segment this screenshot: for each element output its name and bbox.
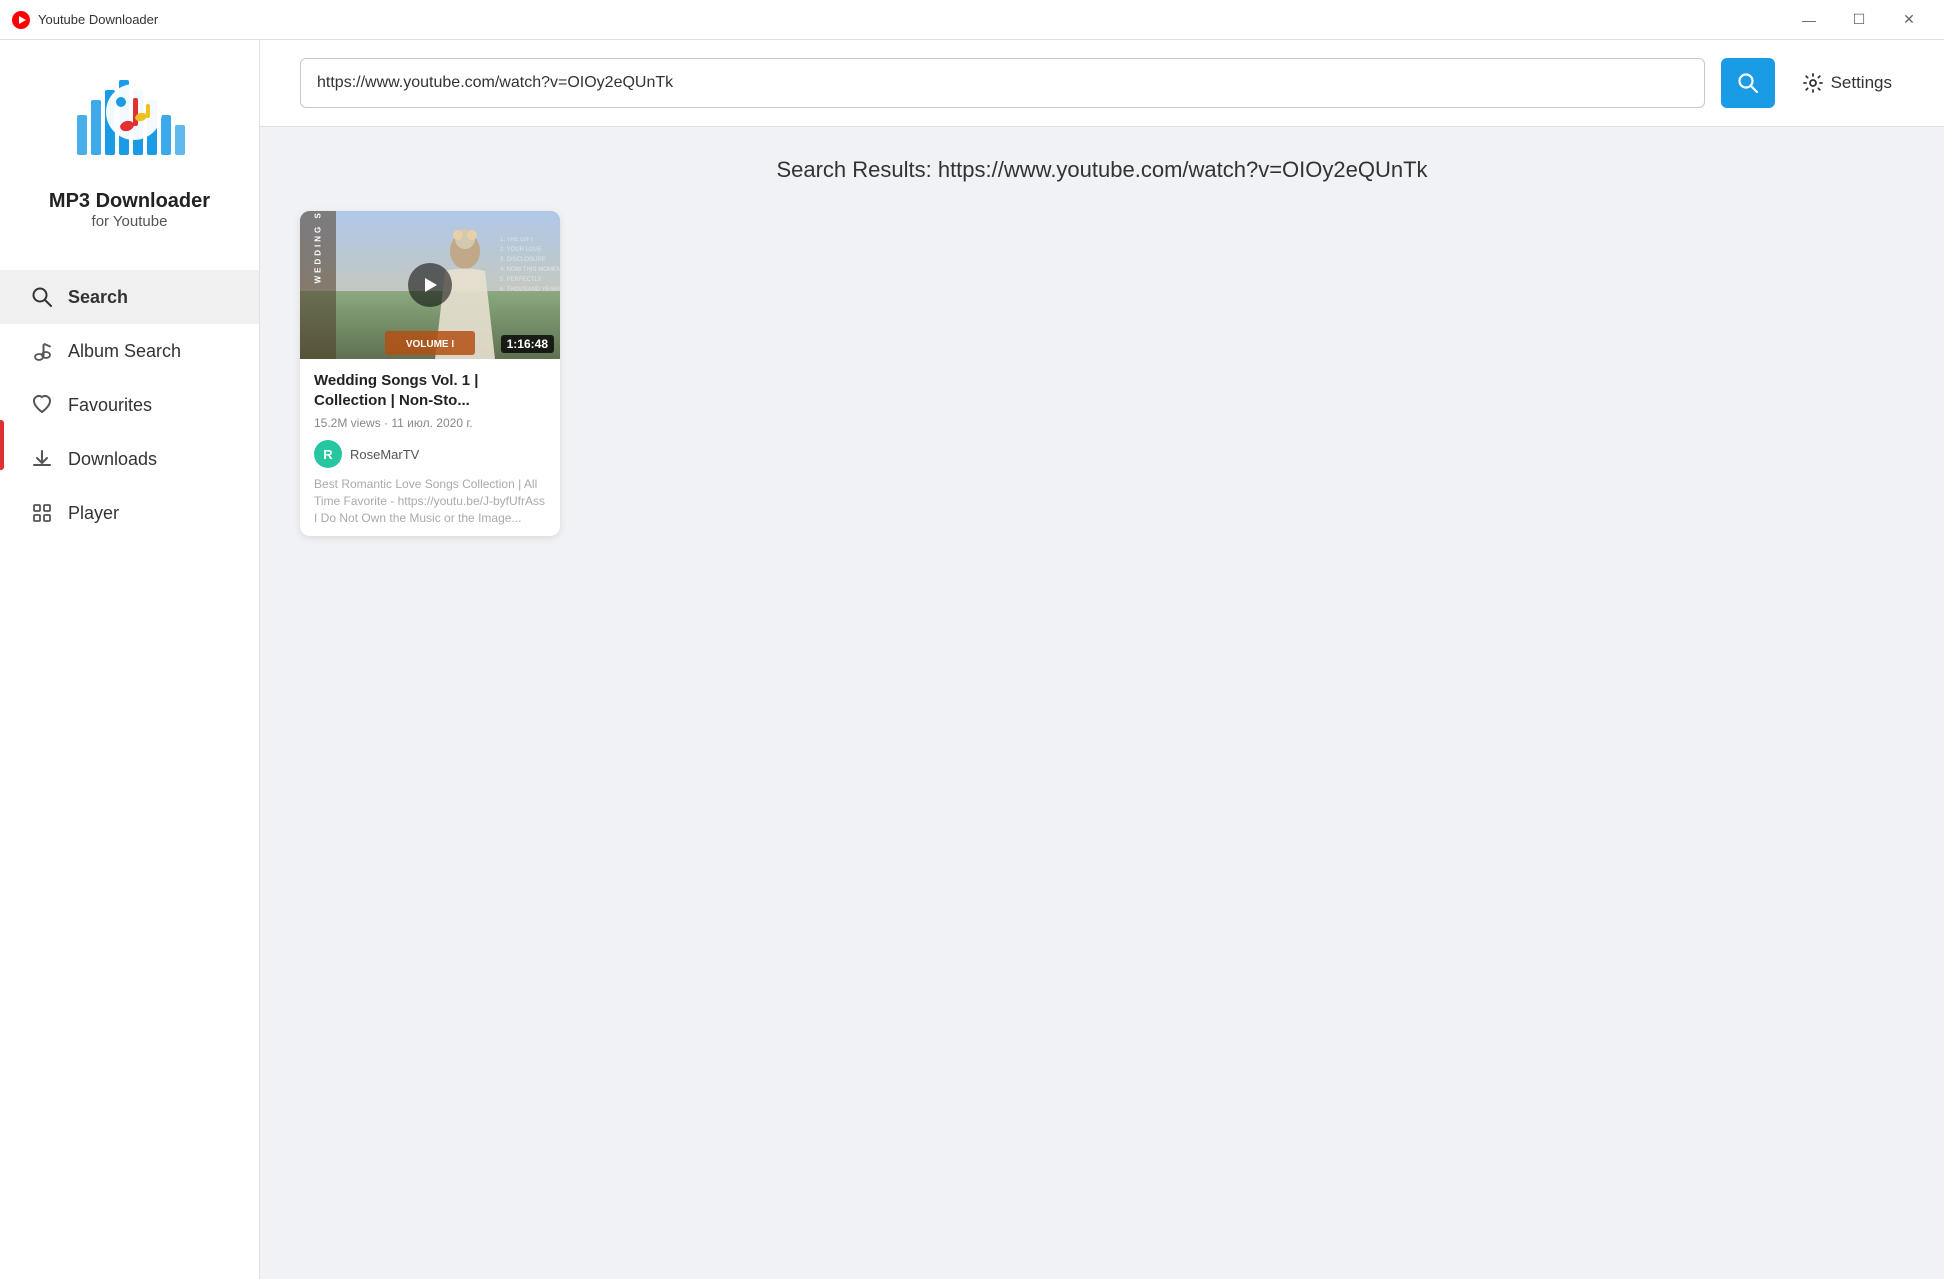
maximize-button[interactable]: ☐ — [1836, 4, 1882, 36]
card-info: Wedding Songs Vol. 1 | Collection | Non-… — [300, 359, 560, 536]
title-bar-controls: — ☐ ✕ — [1786, 4, 1932, 36]
card-description: Best Romantic Love Songs Collection | Al… — [314, 476, 546, 526]
app-logo — [69, 60, 189, 180]
nav-menu: Search Album Search — [0, 260, 259, 550]
sidebar-item-player-label: Player — [68, 503, 119, 524]
svg-text:3. DISCLOSURE: 3. DISCLOSURE — [500, 257, 546, 263]
svg-text:5. PERFECTLY: 5. PERFECTLY — [500, 277, 542, 283]
app-body: MP3 Downloader for Youtube Search — [0, 40, 1944, 1279]
sidebar-accent — [0, 420, 4, 470]
settings-button[interactable]: Settings — [1791, 65, 1904, 101]
svg-text:6. THOUSAND YEARS: 6. THOUSAND YEARS — [500, 287, 560, 293]
app-subtitle: for Youtube — [92, 213, 168, 230]
duration-badge: 1:16:48 — [501, 335, 554, 353]
sidebar-item-album-search[interactable]: Album Search — [0, 324, 259, 378]
title-bar-title: Youtube Downloader — [38, 12, 158, 27]
sidebar-item-search-label: Search — [68, 287, 128, 308]
card-date: 11 июл. 2020 г. — [391, 416, 472, 430]
sidebar-item-player[interactable]: Player — [0, 486, 259, 540]
results-area: Search Results: https://www.youtube.com/… — [260, 127, 1944, 1279]
title-bar: Youtube Downloader — ☐ ✕ — [0, 0, 1944, 40]
settings-icon — [1803, 73, 1823, 93]
main-content: Settings Search Results: https://www.you… — [260, 40, 1944, 1279]
svg-text:VOLUME I: VOLUME I — [406, 339, 455, 350]
card-meta: 15.2M views · 11 июл. 2020 г. — [314, 416, 546, 430]
card-views: 15.2M views — [314, 416, 381, 430]
search-bar-area: Settings — [260, 40, 1944, 127]
svg-text:2. YOUR LOVE: 2. YOUR LOVE — [500, 247, 542, 253]
search-icon — [30, 286, 54, 308]
app-icon — [12, 11, 30, 29]
channel-name: RoseMarTV — [350, 447, 419, 462]
close-button[interactable]: ✕ — [1886, 4, 1932, 36]
album-search-icon — [30, 340, 54, 362]
title-bar-left: Youtube Downloader — [12, 11, 158, 29]
sidebar-item-favourites[interactable]: Favourites — [0, 378, 259, 432]
svg-text:4. NOW THIS MOMENT: 4. NOW THIS MOMENT — [500, 267, 560, 273]
settings-label: Settings — [1831, 73, 1892, 93]
minimize-button[interactable]: — — [1786, 4, 1832, 36]
results-grid: WEDDING SONGS VOLUME I 1. THE GIFT 2. YO… — [300, 211, 1904, 536]
play-icon — [421, 276, 439, 294]
thumbnail-container: WEDDING SONGS VOLUME I 1. THE GIFT 2. YO… — [300, 211, 560, 359]
sidebar-item-downloads-label: Downloads — [68, 449, 157, 470]
heart-icon — [30, 394, 54, 416]
sidebar-item-favourites-label: Favourites — [68, 395, 152, 416]
svg-text:WEDDING SONGS: WEDDING SONGS — [314, 211, 323, 283]
sidebar-item-search[interactable]: Search — [0, 270, 259, 324]
card-channel: R RoseMarTV — [314, 440, 546, 468]
results-title: Search Results: https://www.youtube.com/… — [300, 157, 1904, 183]
app-name: MP3 Downloader — [49, 190, 210, 213]
sidebar: MP3 Downloader for Youtube Search — [0, 40, 260, 1279]
player-icon — [30, 502, 54, 524]
sidebar-item-album-search-label: Album Search — [68, 341, 181, 362]
search-btn-icon — [1737, 72, 1759, 94]
video-card[interactable]: WEDDING SONGS VOLUME I 1. THE GIFT 2. YO… — [300, 211, 560, 536]
url-input[interactable] — [300, 58, 1705, 108]
search-button[interactable] — [1721, 58, 1775, 108]
play-button[interactable] — [408, 263, 452, 307]
svg-text:1. THE GIFT: 1. THE GIFT — [500, 237, 534, 243]
channel-avatar: R — [314, 440, 342, 468]
logo-container: MP3 Downloader for Youtube — [49, 60, 210, 230]
downloads-icon — [30, 448, 54, 470]
sidebar-item-downloads[interactable]: Downloads — [0, 432, 259, 486]
card-title: Wedding Songs Vol. 1 | Collection | Non-… — [314, 371, 546, 410]
